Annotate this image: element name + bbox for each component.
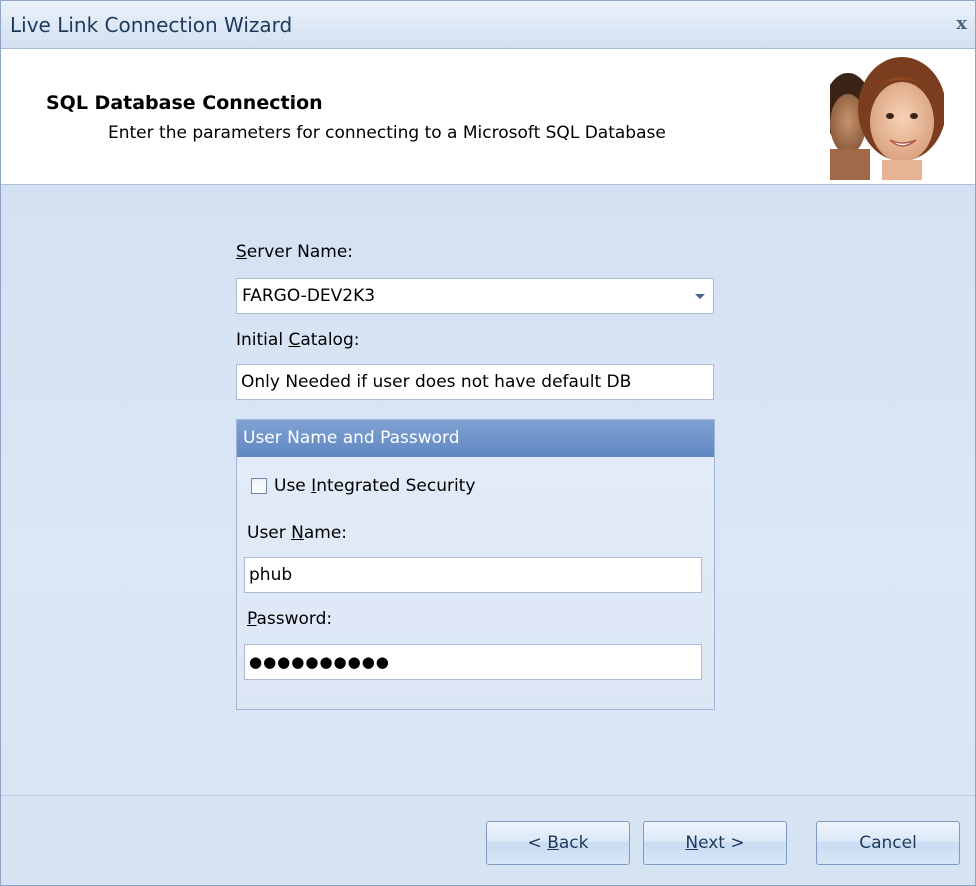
password-label: Password: bbox=[247, 609, 333, 629]
initial-catalog-value: Only Needed if user does not have defaul… bbox=[241, 372, 632, 392]
window-title: Live Link Connection Wizard bbox=[10, 13, 293, 37]
title-bar[interactable]: Live Link Connection Wizard x bbox=[1, 1, 975, 49]
close-icon[interactable]: x bbox=[956, 13, 967, 34]
back-button[interactable]: < Back bbox=[486, 821, 630, 865]
password-input[interactable]: ●●●●●●●●●● bbox=[244, 644, 702, 680]
password-value: ●●●●●●●●●● bbox=[249, 653, 390, 671]
user-name-label: User Name: bbox=[247, 523, 348, 543]
wizard-header: SQL Database Connection Enter the parame… bbox=[1, 49, 975, 185]
page-subtitle: Enter the parameters for connecting to a… bbox=[108, 123, 666, 143]
credentials-group-header: User Name and Password bbox=[237, 420, 714, 457]
server-name-label: Server Name: bbox=[236, 242, 354, 262]
page-title: SQL Database Connection bbox=[46, 92, 323, 114]
integrated-security-checkbox[interactable] bbox=[251, 478, 267, 494]
next-button[interactable]: Next > bbox=[643, 821, 787, 865]
people-photo-icon bbox=[830, 54, 944, 180]
wizard-window: Live Link Connection Wizard x SQL Databa… bbox=[0, 0, 976, 886]
user-name-value: phub bbox=[249, 565, 293, 585]
credentials-group-title: User Name and Password bbox=[243, 428, 460, 448]
chevron-down-icon[interactable] bbox=[695, 294, 705, 299]
integrated-security-label[interactable]: Use Integrated Security bbox=[274, 476, 475, 496]
server-name-value: FARGO-DEV2K3 bbox=[242, 286, 376, 306]
user-name-input[interactable]: phub bbox=[244, 557, 702, 593]
initial-catalog-input[interactable]: Only Needed if user does not have defaul… bbox=[236, 364, 714, 400]
server-name-combo[interactable]: FARGO-DEV2K3 bbox=[236, 278, 714, 314]
cancel-button[interactable]: Cancel bbox=[816, 821, 960, 865]
initial-catalog-label: Initial Catalog: bbox=[236, 330, 360, 350]
